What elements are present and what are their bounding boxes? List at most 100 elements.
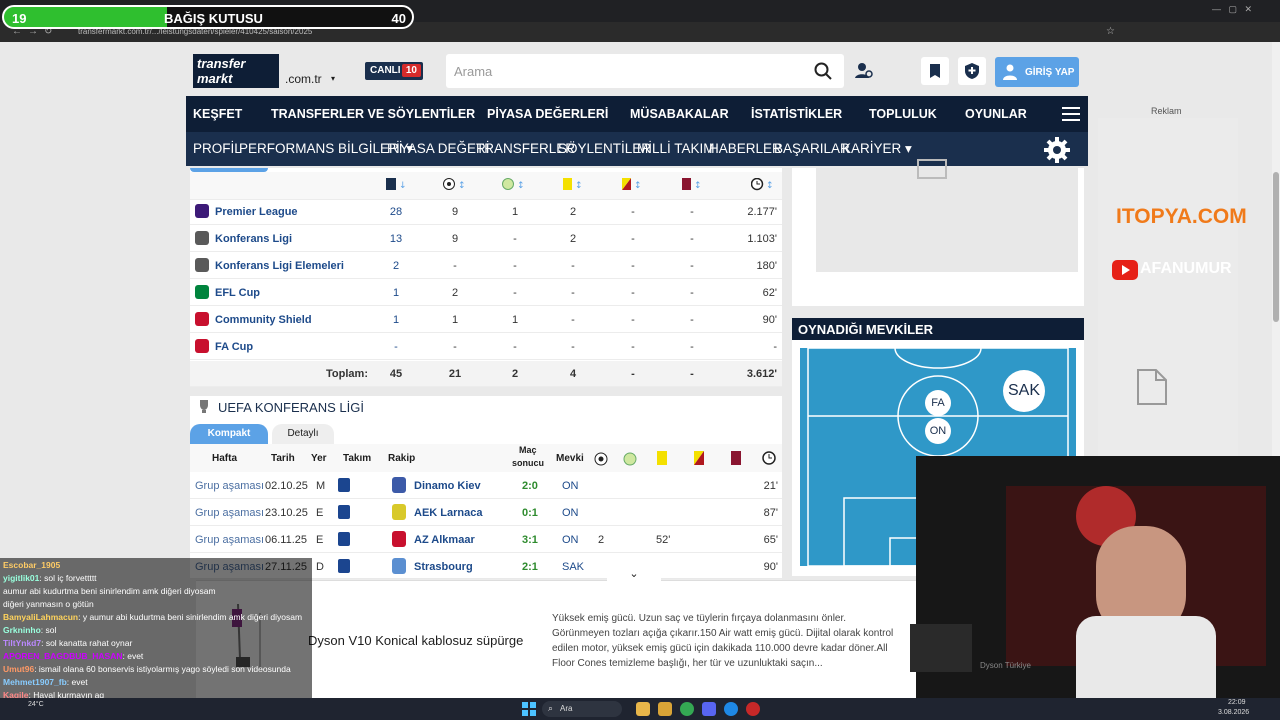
- match-opponent[interactable]: Strasbourg: [414, 561, 473, 573]
- search-input[interactable]: Arama: [454, 64, 492, 79]
- team-crest-icon[interactable]: [338, 478, 350, 492]
- tab-detailed[interactable]: Detaylı: [272, 424, 334, 444]
- file-explorer-icon[interactable]: [636, 702, 650, 716]
- chevron-down-icon[interactable]: ▾: [331, 74, 335, 83]
- domain-selector[interactable]: .com.tr: [285, 72, 322, 86]
- folder-icon[interactable]: [658, 702, 672, 716]
- login-button[interactable]: GİRİŞ YAP: [995, 57, 1079, 87]
- edge-icon[interactable]: [724, 702, 738, 716]
- opponent-crest-icon[interactable]: [392, 504, 406, 520]
- transfermarkt-logo[interactable]: transfer markt: [193, 54, 279, 88]
- match-opponent[interactable]: AZ Alkmaar: [414, 534, 475, 546]
- stat-apps[interactable]: 1: [371, 314, 421, 326]
- chevron-down-icon[interactable]: ⌄: [607, 567, 661, 583]
- nav-item-community[interactable]: TOPLULUK: [869, 107, 937, 121]
- match-venue: E: [316, 507, 324, 519]
- chat-username: Umut96: [3, 664, 35, 674]
- chat-message: TiltYnkd7: sol kanatta rahat oynar: [3, 638, 132, 648]
- subnav-profile[interactable]: PROFİL: [193, 141, 242, 156]
- competition-link[interactable]: EFL Cup: [215, 287, 260, 299]
- discord-icon[interactable]: [702, 702, 716, 716]
- match-week[interactable]: Grup aşaması: [195, 507, 264, 519]
- stat-apps[interactable]: 1: [371, 287, 421, 299]
- settings-gear-icon[interactable]: [1043, 136, 1071, 164]
- nav-item-transfers[interactable]: TRANSFERLER VE SÖYLENTİLER: [271, 107, 475, 121]
- match-result[interactable]: 2:0: [522, 480, 538, 492]
- stat-apps[interactable]: 2: [371, 260, 421, 272]
- user-search-icon[interactable]: [850, 57, 878, 85]
- youtube-icon: [1112, 260, 1138, 280]
- ad-product-title[interactable]: Dyson V10 Konical kablosuz süpürge: [308, 633, 523, 648]
- live-button[interactable]: CANLI 10: [365, 62, 423, 80]
- nav-item-games[interactable]: OYUNLAR: [965, 107, 1027, 121]
- match-pos[interactable]: ON: [562, 507, 579, 519]
- nav-item-statistics[interactable]: İSTATİSTİKLER: [751, 107, 842, 121]
- stat-goals[interactable]: 9: [430, 233, 480, 245]
- red-card-icon[interactable]: ↕: [682, 178, 704, 192]
- shield-icon[interactable]: [958, 57, 986, 85]
- stat-goals[interactable]: 2: [430, 287, 480, 299]
- team-crest-icon[interactable]: [338, 505, 350, 519]
- scrollbar-thumb[interactable]: [1273, 172, 1279, 322]
- col-venue: Yer: [311, 453, 327, 464]
- opponent-crest-icon[interactable]: [392, 531, 406, 547]
- competition-link[interactable]: Konferans Ligi: [215, 233, 292, 245]
- window-controls[interactable]: — ▢ ✕: [1212, 4, 1272, 16]
- match-pos[interactable]: ON: [562, 534, 579, 546]
- match-pos[interactable]: ON: [562, 480, 579, 492]
- yellow-card-icon[interactable]: ↕: [563, 178, 585, 192]
- windows-start-icon[interactable]: [522, 702, 536, 716]
- match-week[interactable]: Grup aşaması: [195, 534, 264, 546]
- subnav-achievements[interactable]: BAŞARILAR: [774, 141, 850, 156]
- taskbar-search[interactable]: ⌕ Ara: [542, 701, 622, 717]
- match-week[interactable]: Grup aşaması: [195, 480, 264, 492]
- watchlist-icon[interactable]: [921, 57, 949, 85]
- subnav-market-value[interactable]: PİYASA DEĞERİ: [387, 141, 490, 156]
- subnav-news[interactable]: HABERLER: [709, 141, 782, 156]
- subnav-national-team[interactable]: MİLLİ TAKIM: [637, 141, 715, 156]
- search-box[interactable]: Arama: [446, 54, 844, 88]
- yellow-red-card-icon[interactable]: ↕: [622, 178, 644, 192]
- stat-goals[interactable]: -: [430, 260, 480, 272]
- yellow-red-card-icon: [694, 451, 704, 465]
- subnav-career[interactable]: KARİYER ▾: [842, 141, 912, 157]
- star-icon[interactable]: ☆: [1106, 26, 1115, 37]
- match-result[interactable]: 3:1: [522, 534, 538, 546]
- stat-goals[interactable]: -: [430, 341, 480, 353]
- chat-text: : evet: [66, 677, 88, 687]
- competition-link[interactable]: Konferans Ligi Elemeleri: [215, 260, 344, 272]
- nav-item-market-values[interactable]: PİYASA DEĞERLERİ: [487, 107, 608, 121]
- nav-item-kesfet[interactable]: KEŞFET: [193, 107, 242, 121]
- chrome-icon[interactable]: [680, 702, 694, 716]
- stat-apps[interactable]: 28: [371, 206, 421, 218]
- match-pos[interactable]: SAK: [562, 561, 584, 573]
- weather-widget[interactable]: 24°C: [28, 701, 44, 708]
- obs-icon[interactable]: [746, 702, 760, 716]
- minutes-clock-icon[interactable]: ↕: [751, 178, 777, 192]
- search-icon[interactable]: [814, 62, 832, 80]
- competition-link[interactable]: Premier League: [215, 206, 298, 218]
- competition-link[interactable]: FA Cup: [215, 341, 253, 353]
- appearances-icon[interactable]: ↓: [386, 178, 408, 192]
- team-crest-icon[interactable]: [338, 532, 350, 546]
- competition-link[interactable]: Community Shield: [215, 314, 312, 326]
- stat-apps[interactable]: 13: [371, 233, 421, 245]
- broken-image-icon: [917, 159, 947, 179]
- stat-goals[interactable]: 9: [430, 206, 480, 218]
- tab-compact[interactable]: Kompakt: [190, 424, 268, 444]
- match-opponent[interactable]: AEK Larnaca: [414, 507, 482, 519]
- stat-yellow: 2: [569, 233, 577, 245]
- opponent-crest-icon[interactable]: [392, 477, 406, 493]
- match-result[interactable]: 2:1: [522, 561, 538, 573]
- opponent-crest-icon[interactable]: [392, 558, 406, 574]
- stat-apps[interactable]: -: [371, 341, 421, 353]
- nav-item-competitions[interactable]: MÜSABAKALAR: [630, 107, 729, 121]
- match-result[interactable]: 0:1: [522, 507, 538, 519]
- assists-icon[interactable]: ↕: [502, 178, 528, 192]
- stat-goals[interactable]: 1: [430, 314, 480, 326]
- hamburger-menu-icon[interactable]: [1062, 105, 1080, 123]
- team-crest-icon[interactable]: [338, 559, 350, 573]
- goals-icon[interactable]: ↕: [443, 178, 469, 192]
- match-opponent[interactable]: Dinamo Kiev: [414, 480, 481, 492]
- match-row: Grup aşaması 23.10.25 E AEK Larnaca 0:1 ON 87': [190, 499, 782, 526]
